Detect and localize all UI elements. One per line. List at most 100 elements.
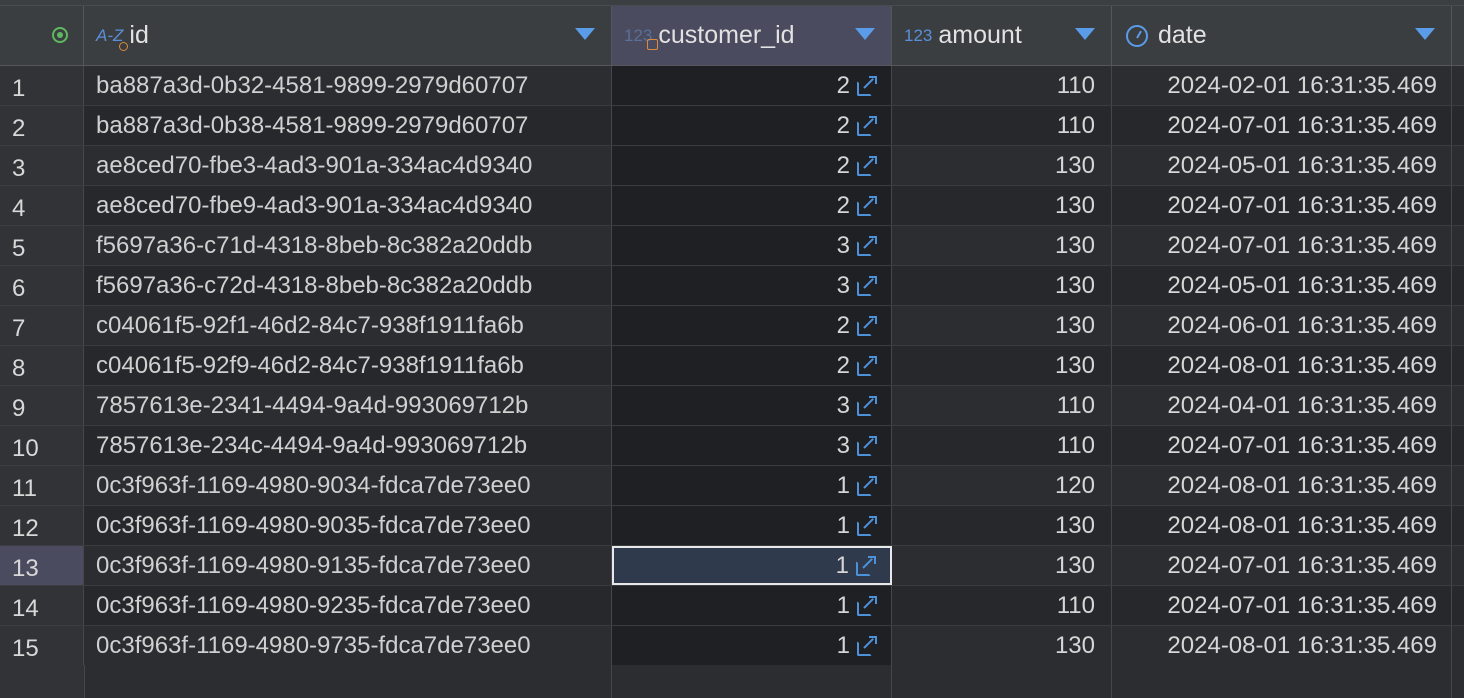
- cell-id[interactable]: c04061f5-92f1-46d2-84c7-938f1911fa6b: [84, 306, 612, 345]
- open-link-icon[interactable]: [857, 395, 877, 416]
- table-row[interactable]: 14 0c3f963f-1169-4980-9235-fdca7de73ee0 …: [0, 586, 1464, 626]
- row-number[interactable]: 8: [0, 346, 84, 385]
- cell-amount[interactable]: 130: [892, 226, 1112, 265]
- cell-id[interactable]: 7857613e-2341-4494-9a4d-993069712b: [84, 386, 612, 425]
- cell-amount[interactable]: 130: [892, 186, 1112, 225]
- table-row[interactable]: 3 ae8ced70-fbe3-4ad3-901a-334ac4d9340 2 …: [0, 146, 1464, 186]
- cell-id[interactable]: ae8ced70-fbe3-4ad3-901a-334ac4d9340: [84, 146, 612, 185]
- cell-date[interactable]: 2024-04-01 16:31:35.469: [1112, 386, 1452, 425]
- open-link-icon[interactable]: [857, 315, 877, 336]
- column-header-date[interactable]: date: [1112, 6, 1452, 65]
- cell-amount[interactable]: 110: [892, 586, 1112, 625]
- cell-amount[interactable]: 110: [892, 386, 1112, 425]
- row-number[interactable]: 7: [0, 306, 84, 345]
- table-row[interactable]: 4 ae8ced70-fbe9-4ad3-901a-334ac4d9340 2 …: [0, 186, 1464, 226]
- row-number[interactable]: 5: [0, 226, 84, 265]
- cell-id[interactable]: ba887a3d-0b32-4581-9899-2979d60707: [84, 66, 612, 105]
- cell-id[interactable]: 0c3f963f-1169-4980-9034-fdca7de73ee0: [84, 466, 612, 505]
- column-header-customer-id[interactable]: 123 customer_id: [612, 6, 892, 65]
- row-number[interactable]: 3: [0, 146, 84, 185]
- cell-date[interactable]: 2024-02-01 16:31:35.469: [1112, 66, 1452, 105]
- cell-date[interactable]: 2024-08-01 16:31:35.469: [1112, 506, 1452, 545]
- cell-amount[interactable]: 130: [892, 346, 1112, 385]
- row-number[interactable]: 2: [0, 106, 84, 145]
- cell-customer-id[interactable]: 2: [612, 346, 892, 385]
- open-link-icon[interactable]: [857, 635, 877, 656]
- cell-date[interactable]: 2024-07-01 16:31:35.469: [1112, 546, 1452, 585]
- row-number[interactable]: 12: [0, 506, 84, 545]
- table-row[interactable]: 7 c04061f5-92f1-46d2-84c7-938f1911fa6b 2…: [0, 306, 1464, 346]
- row-number[interactable]: 4: [0, 186, 84, 225]
- row-number[interactable]: 9: [0, 386, 84, 425]
- cell-date[interactable]: 2024-07-01 16:31:35.469: [1112, 586, 1452, 625]
- cell-id[interactable]: f5697a36-c72d-4318-8beb-8c382a20ddb: [84, 266, 612, 305]
- row-number[interactable]: 14: [0, 586, 84, 625]
- cell-date[interactable]: 2024-07-01 16:31:35.469: [1112, 106, 1452, 145]
- cell-id[interactable]: ae8ced70-fbe9-4ad3-901a-334ac4d9340: [84, 186, 612, 225]
- row-number[interactable]: 6: [0, 266, 84, 305]
- cell-amount[interactable]: 120: [892, 466, 1112, 505]
- open-link-icon[interactable]: [857, 515, 877, 536]
- open-link-icon[interactable]: [857, 275, 877, 296]
- row-number[interactable]: 10: [0, 426, 84, 465]
- cell-customer-id[interactable]: 1: [612, 626, 892, 665]
- cell-date[interactable]: 2024-07-01 16:31:35.469: [1112, 426, 1452, 465]
- sort-dropdown-icon[interactable]: [575, 28, 595, 40]
- cell-amount[interactable]: 130: [892, 306, 1112, 345]
- table-row[interactable]: 13 0c3f963f-1169-4980-9135-fdca7de73ee0 …: [0, 546, 1464, 586]
- open-link-icon[interactable]: [857, 75, 877, 96]
- column-header-id[interactable]: A-Z id: [84, 6, 612, 65]
- table-row[interactable]: 1 ba887a3d-0b32-4581-9899-2979d60707 2 1…: [0, 66, 1464, 106]
- cell-customer-id[interactable]: 1: [612, 506, 892, 545]
- cell-amount[interactable]: 130: [892, 626, 1112, 665]
- open-link-icon[interactable]: [857, 195, 877, 216]
- cell-amount[interactable]: 130: [892, 266, 1112, 305]
- row-number[interactable]: 15: [0, 626, 84, 665]
- cell-customer-id[interactable]: 3: [612, 226, 892, 265]
- open-link-icon[interactable]: [857, 435, 877, 456]
- cell-date[interactable]: 2024-05-01 16:31:35.469: [1112, 266, 1452, 305]
- cell-customer-id[interactable]: 1: [612, 546, 892, 585]
- open-link-icon[interactable]: [857, 475, 877, 496]
- table-row[interactable]: 10 7857613e-234c-4494-9a4d-993069712b 3 …: [0, 426, 1464, 466]
- cell-date[interactable]: 2024-06-01 16:31:35.469: [1112, 306, 1452, 345]
- table-row[interactable]: 11 0c3f963f-1169-4980-9034-fdca7de73ee0 …: [0, 466, 1464, 506]
- table-row[interactable]: 5 f5697a36-c71d-4318-8beb-8c382a20ddb 3 …: [0, 226, 1464, 266]
- cell-customer-id[interactable]: 2: [612, 306, 892, 345]
- cell-customer-id[interactable]: 3: [612, 266, 892, 305]
- cell-amount[interactable]: 130: [892, 146, 1112, 185]
- row-number[interactable]: 11: [0, 466, 84, 505]
- open-link-icon[interactable]: [856, 555, 876, 576]
- open-link-icon[interactable]: [857, 155, 877, 176]
- table-row[interactable]: 6 f5697a36-c72d-4318-8beb-8c382a20ddb 3 …: [0, 266, 1464, 306]
- cell-amount[interactable]: 130: [892, 546, 1112, 585]
- table-row[interactable]: 12 0c3f963f-1169-4980-9035-fdca7de73ee0 …: [0, 506, 1464, 546]
- open-link-icon[interactable]: [857, 355, 877, 376]
- cell-date[interactable]: 2024-08-01 16:31:35.469: [1112, 626, 1452, 665]
- cell-customer-id[interactable]: 3: [612, 386, 892, 425]
- cell-id[interactable]: 7857613e-234c-4494-9a4d-993069712b: [84, 426, 612, 465]
- cell-amount[interactable]: 110: [892, 426, 1112, 465]
- cell-customer-id[interactable]: 2: [612, 186, 892, 225]
- cell-id[interactable]: 0c3f963f-1169-4980-9035-fdca7de73ee0: [84, 506, 612, 545]
- cell-customer-id[interactable]: 1: [612, 466, 892, 505]
- sort-dropdown-icon[interactable]: [855, 28, 875, 40]
- sort-dropdown-icon[interactable]: [1415, 28, 1435, 40]
- cell-id[interactable]: 0c3f963f-1169-4980-9735-fdca7de73ee0: [84, 626, 612, 665]
- cell-amount[interactable]: 110: [892, 66, 1112, 105]
- cell-id[interactable]: c04061f5-92f9-46d2-84c7-938f1911fa6b: [84, 346, 612, 385]
- cell-id[interactable]: 0c3f963f-1169-4980-9135-fdca7de73ee0: [84, 546, 612, 585]
- row-number[interactable]: 1: [0, 66, 84, 105]
- cell-customer-id[interactable]: 1: [612, 586, 892, 625]
- cell-customer-id[interactable]: 3: [612, 426, 892, 465]
- table-row[interactable]: 2 ba887a3d-0b38-4581-9899-2979d60707 2 1…: [0, 106, 1464, 146]
- open-link-icon[interactable]: [857, 115, 877, 136]
- row-number-header[interactable]: [0, 6, 84, 65]
- cell-date[interactable]: 2024-07-01 16:31:35.469: [1112, 226, 1452, 265]
- cell-customer-id[interactable]: 2: [612, 146, 892, 185]
- row-number[interactable]: 13: [0, 546, 84, 585]
- cell-date[interactable]: 2024-05-01 16:31:35.469: [1112, 146, 1452, 185]
- sort-dropdown-icon[interactable]: [1075, 28, 1095, 40]
- open-link-icon[interactable]: [857, 235, 877, 256]
- cell-amount[interactable]: 130: [892, 506, 1112, 545]
